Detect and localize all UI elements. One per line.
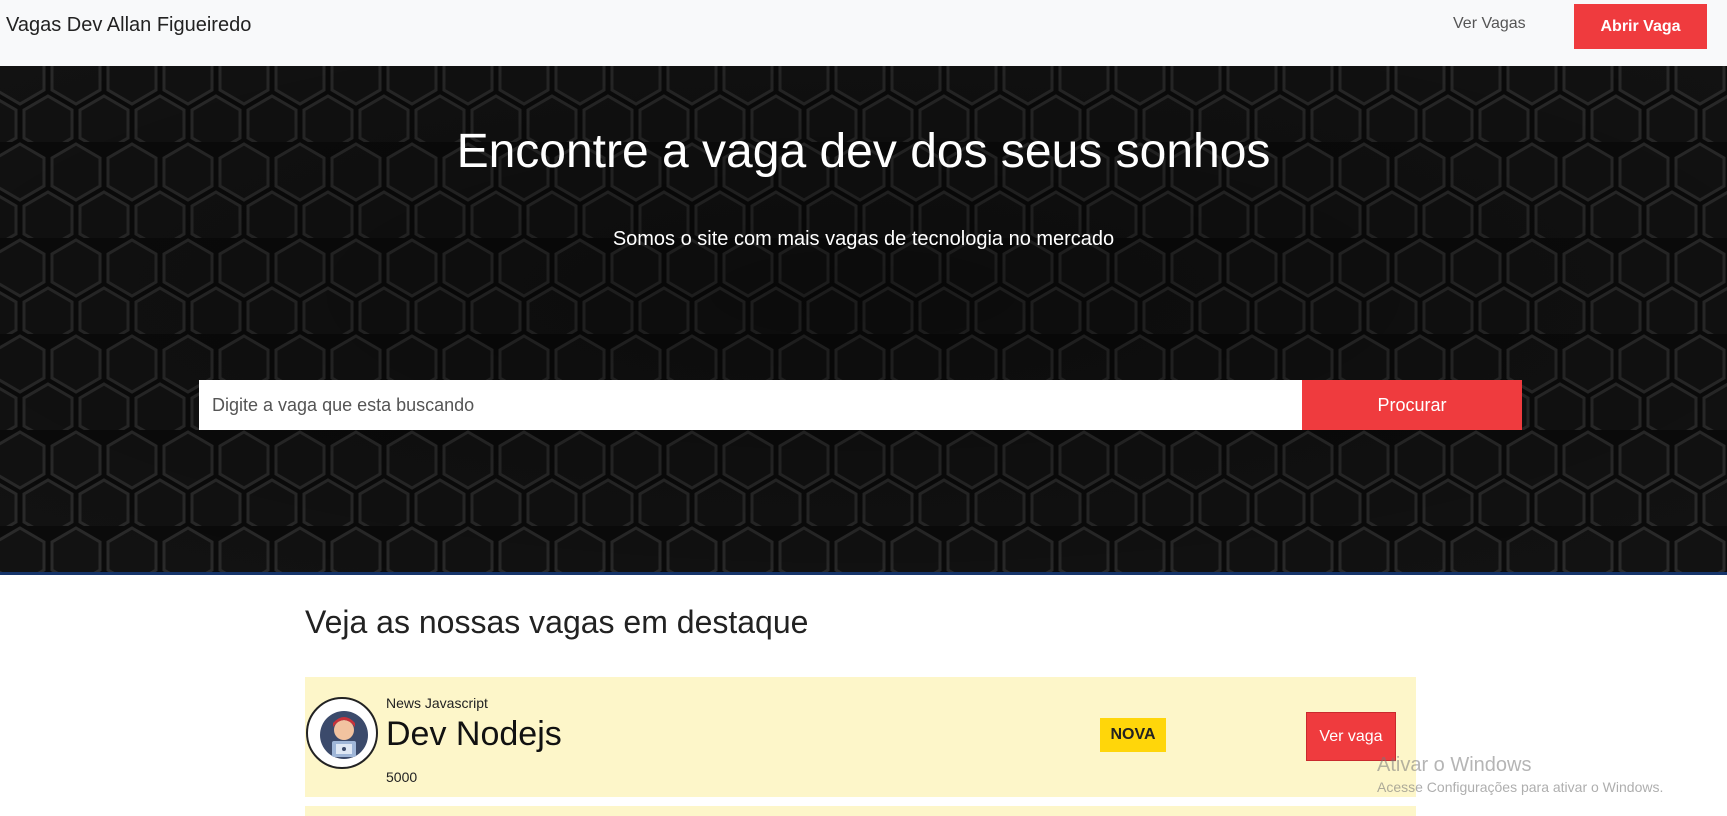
hero-divider [0,572,1727,575]
nav-link-ver-vagas[interactable]: Ver Vagas [1453,15,1526,33]
navbar: Vagas Dev Allan Figueiredo Ver Vagas Abr… [0,0,1727,66]
job-title: Dev Nodejs [386,715,562,753]
brand-title[interactable]: Vagas Dev Allan Figueiredo [6,14,251,37]
search-input[interactable] [199,380,1302,430]
hero-subtitle: Somos o site com mais vagas de tecnologi… [612,228,1115,250]
company-logo-avatar-icon [306,697,378,769]
search-button[interactable]: Procurar [1302,380,1522,430]
hero-section: Encontre a vaga dev dos seus sonhos Somo… [0,66,1727,572]
new-badge: NOVA [1100,718,1166,752]
job-card: News Javascript Dev Nodejs 5000 NOVA Ver… [305,677,1416,797]
featured-section-title: Veja as nossas vagas em destaque [305,604,809,640]
abrir-vaga-button[interactable]: Abrir Vaga [1574,4,1707,49]
hero-title: Encontre a vaga dev dos seus sonhos [456,125,1271,178]
job-card [305,806,1416,816]
windows-activation-watermark-subtitle: Acesse Configurações para ativar o Windo… [1377,779,1664,795]
windows-activation-watermark-title: Ativar o Windows [1377,754,1532,776]
job-salary: 5000 [386,769,418,785]
job-company-name: News Javascript [386,695,488,711]
